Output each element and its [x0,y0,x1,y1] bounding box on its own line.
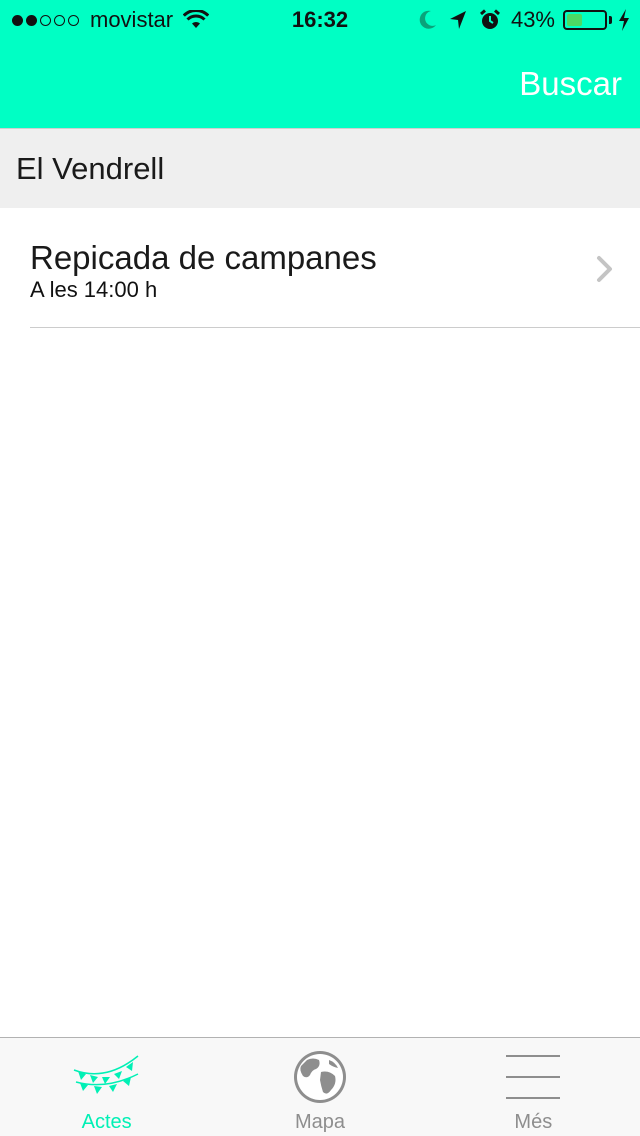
menu-lines-icon [506,1055,561,1099]
tab-mes[interactable]: Més [427,1038,640,1136]
alarm-icon [479,9,501,31]
search-button[interactable]: Buscar [519,62,622,106]
tab-mapa[interactable]: Mapa [213,1038,426,1136]
moon-icon [419,10,437,30]
status-right: 43% [407,0,630,40]
event-time: A les 14:00 h [30,277,158,302]
section-title: El Vendrell [16,151,165,186]
event-row[interactable]: Repicada de campanes A les 14:00 h [0,208,640,328]
header-bar: movistar 16:32 43% Buscar [0,0,640,128]
battery-level [567,14,582,26]
chevron-right-icon [597,256,612,282]
globe-icon [293,1051,346,1103]
tab-actes[interactable]: Actes [0,1038,213,1136]
bunting-flags-icon [73,1055,139,1094]
status-bar: movistar 16:32 43% [0,0,640,40]
row-divider [30,327,640,328]
charging-bolt-icon [618,9,630,31]
battery-percent: 43% [510,7,555,32]
location-arrow-icon [449,10,467,30]
tab-label-mapa: Mapa [294,1111,345,1133]
screen: movistar 16:32 43% Buscar El Vendrell Re… [0,0,640,1136]
battery-cap [609,16,612,24]
section-header: El Vendrell [0,128,640,208]
event-title: Repicada de campanes [30,239,377,276]
tab-label-mes: Més [514,1111,553,1133]
tab-bar: Actes Mapa Més [0,1037,640,1136]
battery-icon [563,10,607,30]
tab-label-actes: Actes [81,1111,132,1133]
